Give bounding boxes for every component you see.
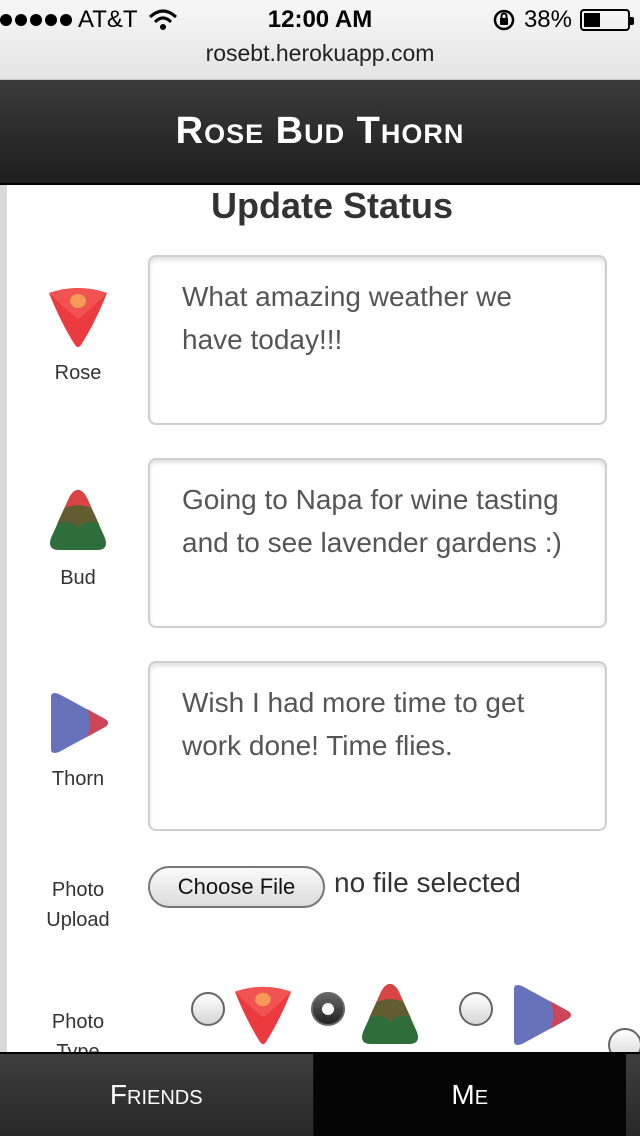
photo-type-radio-extra[interactable] [608,1028,640,1052]
bud-icon [50,490,106,550]
photo-type-label-col: Photo Type [28,1003,128,1052]
page-title: Update Status [210,185,454,226]
update-status-form: Update Status Rose What amazing weather … [0,185,640,1052]
thorn-label: Thorn [51,768,105,790]
bud-label: Bud [60,567,96,589]
rose-input[interactable]: What amazing weather we have today!!! [148,255,607,425]
photo-type-radio-thorn[interactable] [459,992,493,1026]
address-bar-url[interactable]: rosebt.herokuapp.com [0,40,640,67]
photo-type-label: Photo Type [51,1011,105,1052]
photo-upload-label: Photo Upload [46,879,110,931]
file-status: no file selected [334,867,521,898]
bud-icon [362,984,418,1044]
tab-me[interactable]: Me [313,1054,626,1136]
app-header: Rose Bud Thorn [0,80,640,185]
left-border [0,185,7,1052]
rose-icon [49,288,107,347]
thorn-icon [514,985,571,1045]
tab-bar-edge [626,1054,640,1136]
rotation-lock-icon [493,9,515,31]
tab-bar: Friends Me [0,1052,640,1136]
app-title: Rose Bud Thorn [175,110,465,152]
rose-label: Rose [54,362,102,384]
bud-input[interactable]: Going to Napa for wine tasting and to se… [148,458,607,628]
choose-file-button[interactable]: Choose File [148,866,325,908]
battery-icon [580,9,634,31]
photo-type-radio-rose[interactable] [191,992,225,1026]
rose-icon [234,986,292,1045]
photo-type-radio-bud[interactable] [311,992,345,1026]
photo-upload-label-col: Photo Upload [28,871,128,935]
thorn-icon [51,693,108,753]
browser-status-bar: AT&T 12:00 AM 38% rosebt.herokuapp.com [0,0,640,80]
tab-friends[interactable]: Friends [0,1054,314,1136]
thorn-input[interactable]: Wish I had more time to get work done! T… [148,661,607,831]
battery-percentage: 38% [523,6,572,33]
